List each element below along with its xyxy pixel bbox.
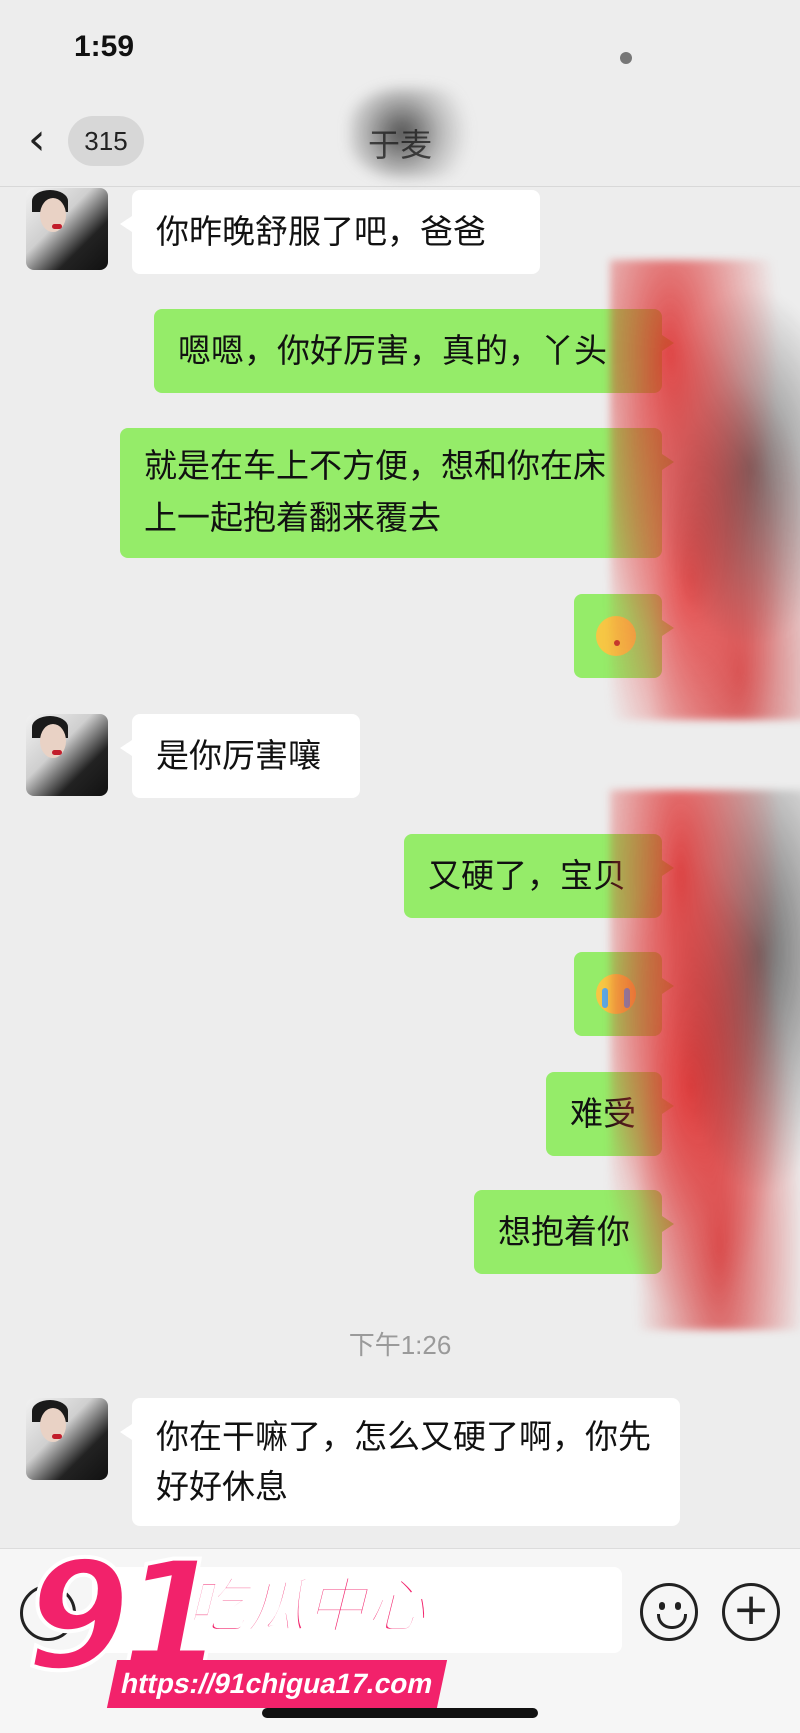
message-text: 你昨晚舒服了吧，爸爸 [156,212,486,251]
unread-count-badge[interactable]: 315 [68,116,144,166]
message-bubble-outgoing[interactable]: 就是在车上不方便，想和你在床上一起抱着翻来覆去 [120,428,674,558]
smiley-icon[interactable] [640,1583,698,1641]
watermark-name: 吃瓜中心 [185,1571,427,1643]
status-bar: 1:59 [0,0,800,100]
message-text: 又硬了，宝贝 [428,856,626,895]
message-bubble-outgoing[interactable]: 嗯嗯，你好厉害，真的，丫头 [154,309,674,393]
chevron-left-icon[interactable]: ‹ [28,118,46,162]
message-bubble-incoming[interactable]: 你在干嘛了，怎么又硬了啊，你先好好休息 [120,1398,680,1526]
message-bubble-incoming[interactable]: 是你厉害嚷 [120,714,360,798]
redaction-smear [610,260,800,720]
redaction-smear [610,790,800,1330]
watermark-url: https://91chigua17.com [106,1660,448,1708]
message-text: 你在干嘛了，怎么又硬了啊，你先好好休息 [156,1417,651,1506]
contact-avatar[interactable] [26,188,108,270]
message-text: 嗯嗯，你好厉害，真的，丫头 [178,331,607,370]
home-indicator [262,1708,538,1718]
message-text: 是你厉害嚷 [156,736,321,775]
plus-icon[interactable]: + [722,1583,780,1641]
watermark-logo: 91 吃瓜中心 https://91chigua17.com [24,1540,448,1712]
contact-avatar[interactable] [26,1398,108,1480]
message-timestamp: 下午1:26 [348,1330,452,1360]
status-time: 1:59 [74,30,135,63]
redaction-smear [350,88,480,178]
message-text: 就是在车上不方便，想和你在床上一起抱着翻来覆去 [144,446,606,537]
message-bubble-incoming[interactable]: 你昨晚舒服了吧，爸爸 [120,190,540,274]
camera-indicator-icon [620,52,632,64]
chat-header: ‹ 315 于麦 [0,88,800,187]
contact-avatar[interactable] [26,714,108,796]
